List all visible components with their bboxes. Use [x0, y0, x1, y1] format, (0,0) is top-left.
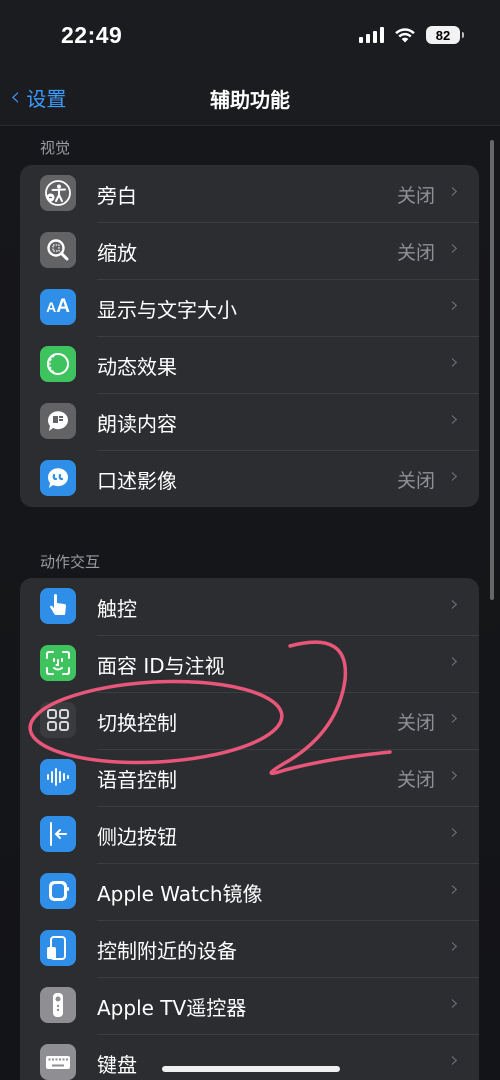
row-value: 关闭 [396, 769, 435, 791]
face-id-icon [40, 645, 76, 681]
row-side-button[interactable]: 侧边按钮 › [20, 806, 479, 863]
row-control-nearby-devices[interactable]: 控制附近的设备 › [20, 920, 479, 977]
motion-icon [40, 346, 76, 382]
chevron-right-icon: › [450, 464, 459, 489]
row-audio-descriptions[interactable]: 口述影像 关闭 › [20, 450, 479, 507]
row-keyboards[interactable]: 键盘 › [20, 1034, 479, 1080]
row-label: 朗读内容 [97, 412, 177, 436]
chevron-right-icon: › [450, 293, 459, 318]
tv-remote-icon [40, 987, 76, 1023]
status-bar: 22:49 82 [0, 0, 500, 70]
row-label: 显示与文字大小 [97, 298, 237, 322]
row-label: Apple Watch镜像 [97, 882, 263, 906]
nav-bar: ‹ 设置 辅助功能 [0, 70, 500, 126]
text-size-icon: AA [40, 289, 76, 325]
audio-descriptions-icon [40, 460, 76, 496]
chevron-right-icon: › [450, 350, 459, 375]
home-indicator [162, 1066, 340, 1072]
chevron-right-icon: › [450, 934, 459, 959]
keyboard-icon [40, 1044, 76, 1080]
chevron-right-icon: › [450, 877, 459, 902]
row-display-text-size[interactable]: AA 显示与文字大小 › [20, 279, 479, 336]
row-touch[interactable]: 触控 › [20, 578, 479, 635]
row-motion[interactable]: 动态效果 › [20, 336, 479, 393]
chevron-right-icon: › [450, 820, 459, 845]
page-title: 辅助功能 [210, 88, 290, 112]
row-label: 口述影像 [97, 469, 177, 493]
chevron-right-icon: › [450, 763, 459, 788]
chevron-right-icon: › [450, 236, 459, 261]
row-label: 键盘 [97, 1053, 137, 1077]
voice-control-icon [40, 759, 76, 795]
row-label: Apple TV遥控器 [97, 996, 247, 1020]
row-label: 切换控制 [97, 711, 177, 735]
row-value: 关闭 [396, 712, 435, 734]
row-switch-control[interactable]: 切换控制 关闭 › [20, 692, 479, 749]
row-value: 关闭 [396, 185, 435, 207]
row-label: 旁白 [97, 184, 137, 208]
row-label: 控制附近的设备 [97, 939, 237, 963]
row-face-id-attention[interactable]: 面容 ID与注视 › [20, 635, 479, 692]
row-label: 面容 ID与注视 [97, 654, 225, 678]
chevron-right-icon: › [450, 592, 459, 617]
battery-icon: 82 [426, 26, 464, 44]
zoom-icon [40, 232, 76, 268]
cellular-signal-icon [359, 27, 384, 43]
battery-level: 82 [435, 27, 451, 43]
row-label: 动态效果 [97, 355, 177, 379]
row-voiceover[interactable]: 旁白 关闭 › [20, 165, 479, 222]
row-label: 触控 [97, 597, 137, 621]
row-value: 关闭 [396, 470, 435, 492]
row-label: 侧边按钮 [97, 825, 177, 849]
status-icons: 82 [359, 26, 464, 44]
scroll-indicator[interactable] [490, 140, 494, 600]
status-time: 22:49 [61, 22, 123, 48]
row-apple-watch-mirroring[interactable]: Apple Watch镜像 › [20, 863, 479, 920]
settings-group-vision: 旁白 关闭 › 缩放 关闭 › AA 显示与文字大小 › 动态效果 › 朗读内容… [20, 165, 479, 507]
chevron-right-icon: › [450, 649, 459, 674]
row-label: 缩放 [97, 241, 137, 265]
row-zoom[interactable]: 缩放 关闭 › [20, 222, 479, 279]
row-value: 关闭 [396, 242, 435, 264]
watch-icon [40, 873, 76, 909]
nearby-devices-icon [40, 930, 76, 966]
chevron-right-icon: › [450, 991, 459, 1016]
chevron-right-icon: › [450, 179, 459, 204]
wifi-icon [394, 27, 416, 43]
row-label: 语音控制 [97, 768, 177, 792]
side-button-icon [40, 816, 76, 852]
section-header-vision: 视觉 [40, 139, 71, 157]
touch-icon [40, 588, 76, 624]
voiceover-icon [40, 175, 76, 211]
screen: 22:49 82 ‹ 设置 辅助功能 视觉 旁白 关闭 › 缩放 关闭 › A … [0, 0, 500, 1080]
chevron-right-icon: › [450, 1048, 459, 1073]
row-spoken-content[interactable]: 朗读内容 › [20, 393, 479, 450]
chevron-right-icon: › [450, 706, 459, 731]
row-voice-control[interactable]: 语音控制 关闭 › [20, 749, 479, 806]
row-apple-tv-remote[interactable]: Apple TV遥控器 › [20, 977, 479, 1034]
switch-control-icon [40, 702, 76, 738]
chevron-right-icon: › [450, 407, 459, 432]
spoken-content-icon [40, 403, 76, 439]
section-header-physical-motor: 动作交互 [40, 553, 101, 571]
settings-group-physical-motor: 触控 › 面容 ID与注视 › 切换控制 关闭 › 语音控制 关闭 › 侧边按钮… [20, 578, 479, 1080]
